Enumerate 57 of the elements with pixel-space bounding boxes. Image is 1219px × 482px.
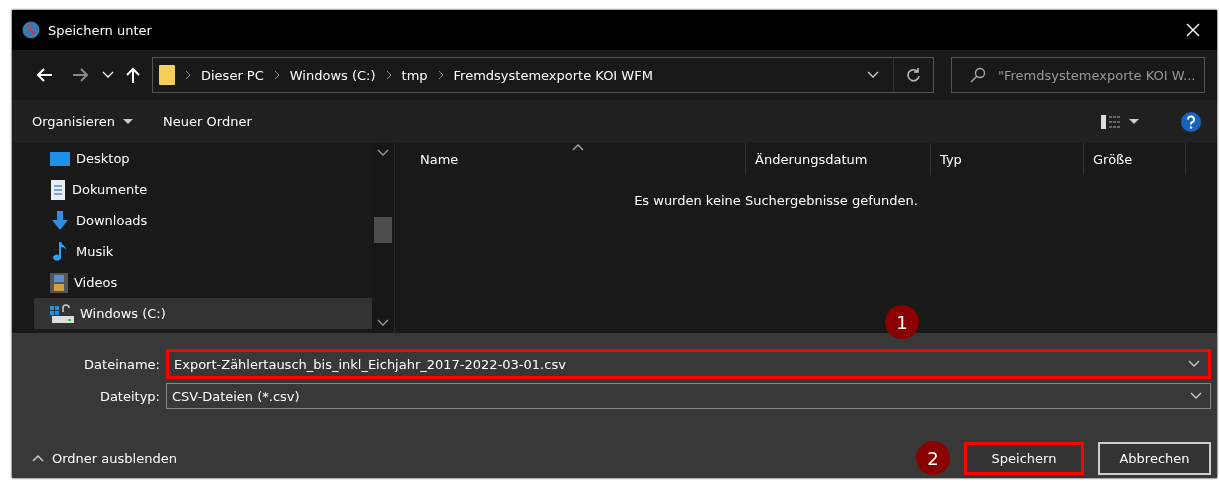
filename-field[interactable]: Export-Zählertausch_bis_inkl_Eichjahr_2017-2022-03-01.csv <box>166 349 1211 379</box>
navigation-item[interactable]: Windows (C:) <box>34 298 372 329</box>
download-arrow-icon <box>50 210 70 231</box>
column-header[interactable]: Typ <box>931 143 1084 175</box>
save-button[interactable]: Speichern <box>964 441 1084 475</box>
chevron-down-icon <box>1188 360 1200 368</box>
column-header[interactable]: Änderungsdatum <box>746 143 931 175</box>
annotation-badge: 2 <box>916 441 950 475</box>
drive-icon <box>50 303 74 324</box>
app-globe-icon <box>22 21 40 39</box>
film-icon <box>50 272 68 293</box>
empty-message: Es wurden keine Suchergebnisse gefunden. <box>633 193 919 208</box>
column-header[interactable]: Name <box>411 143 746 175</box>
chevron-down-icon <box>377 319 389 327</box>
document-icon <box>50 179 66 200</box>
navigation-item[interactable]: Downloads <box>34 205 372 236</box>
address-bar[interactable]: Dieser PC Windows (C:) tmp Fremdsystemexporte KOI WFM <box>152 57 934 93</box>
search-field[interactable]: "Fremdsystemexporte KOI W... <box>951 57 1205 93</box>
refresh-icon <box>906 68 921 82</box>
field-label: Dateityp: <box>98 388 161 404</box>
field-label: Dateiname: <box>83 356 161 372</box>
scrollbar-thumb[interactable] <box>374 217 392 243</box>
breadcrumb-item[interactable]: Windows (C:) <box>289 67 376 83</box>
navigation-item[interactable]: Desktop <box>34 143 372 174</box>
caret-icon <box>1129 118 1139 125</box>
navigation-item[interactable]: Videos <box>34 267 372 298</box>
organize-menu-button[interactable]: Organisieren <box>32 114 134 129</box>
monitor-icon <box>50 150 70 167</box>
cancel-button[interactable]: Abbrechen <box>1098 441 1211 475</box>
close-icon <box>1186 23 1200 37</box>
column-header[interactable]: Größe <box>1084 143 1186 175</box>
filetype-dropdown[interactable]: CSV-Dateien (*.csv) <box>166 383 1211 409</box>
help-icon <box>1181 111 1201 132</box>
caret-icon <box>123 118 134 125</box>
breadcrumb-item[interactable]: tmp <box>401 67 428 83</box>
back-arrow-icon <box>37 68 53 82</box>
search-icon <box>970 67 986 83</box>
forward-arrow-icon <box>72 68 88 82</box>
folder-icon <box>159 65 175 85</box>
breadcrumb-item[interactable]: Dieser PC <box>201 67 264 83</box>
window-title: Speichern unter <box>48 22 153 38</box>
help-button[interactable] <box>1181 111 1201 132</box>
chevron-up-icon <box>377 149 389 157</box>
navigation-item[interactable]: Musik <box>34 236 372 267</box>
chevron-down-icon <box>1190 392 1202 400</box>
details-view-icon <box>1101 114 1121 129</box>
hide-folders-button[interactable]: Ordner ausblenden <box>32 450 177 466</box>
up-arrow-icon <box>126 67 140 83</box>
chevron-up-icon <box>32 454 44 462</box>
new-folder-button[interactable]: Neuer Ordner <box>163 114 252 129</box>
chevron-down-icon <box>867 71 879 79</box>
search-placeholder: "Fremdsystemexporte KOI W... <box>998 67 1196 83</box>
navigation-item[interactable]: Dokumente <box>34 174 372 205</box>
sort-caret-icon <box>572 143 584 151</box>
view-options-button[interactable] <box>1101 114 1139 129</box>
breadcrumb-item[interactable]: Fremdsystemexporte KOI WFM <box>453 67 653 83</box>
chevron-down-icon <box>102 71 114 79</box>
